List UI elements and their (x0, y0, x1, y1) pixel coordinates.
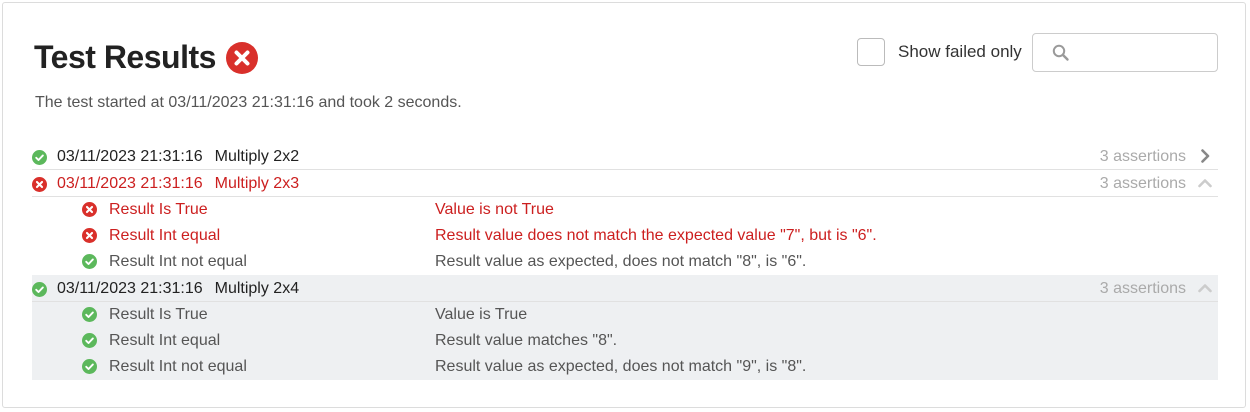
test-header: 03/11/2023 21:31:16 Multiply 2x2 (32, 148, 299, 166)
show-failed-filter[interactable]: Show failed only (857, 38, 1022, 66)
assertion-row: Result Int equal Result value matches "8"… (32, 328, 1218, 354)
assertion-message: Result value as expected, does not match… (435, 253, 807, 270)
test-block: 03/11/2023 21:31:16 Multiply 2x3 3 asserti… (32, 170, 1218, 275)
test-header: 03/11/2023 21:31:16 Multiply 2x3 (32, 175, 299, 193)
assertion-message: Value is True (435, 306, 528, 323)
assertion-label: Result Is True (109, 306, 208, 323)
assertion-row: Result Is True Value is not True (32, 197, 1218, 223)
search-icon (1052, 44, 1069, 61)
page-title: Test Results (34, 39, 258, 76)
test-block: 03/11/2023 21:31:16 Multiply 2x2 3 asserti… (32, 143, 1218, 170)
assertion-row: Result Int not equal Result value as expe… (32, 354, 1218, 380)
assertion-row: Result Int not equal Result value as expe… (32, 249, 1218, 275)
assertion-label: Result Int not equal (109, 358, 247, 375)
chevron-up-icon[interactable] (1198, 281, 1212, 295)
check-circle-icon (82, 333, 97, 348)
test-time: 03/11/2023 21:31:16 (57, 280, 203, 297)
page-title-text: Test Results (34, 39, 216, 75)
show-failed-label[interactable]: Show failed only (898, 42, 1022, 62)
test-row[interactable]: 03/11/2023 21:31:16 Multiply 2x3 3 asserti… (32, 170, 1218, 197)
test-name: Multiply 2x3 (214, 175, 300, 192)
error-circle-icon (82, 228, 97, 243)
run-summary: The test started at 03/11/2023 21:31:16 … (35, 94, 462, 111)
test-block: 03/11/2023 21:31:16 Multiply 2x4 3 asserti… (32, 275, 1218, 380)
test-name: Multiply 2x2 (214, 148, 300, 165)
check-circle-icon (82, 307, 97, 322)
assertion-label: Result Int not equal (109, 253, 247, 270)
assertion-label: Result Int equal (109, 332, 221, 349)
assertion-count: 3 assertions (1099, 280, 1186, 297)
test-list: 03/11/2023 21:31:16 Multiply 2x2 3 asserti… (32, 143, 1218, 380)
search-input[interactable] (1032, 33, 1218, 72)
assertion-message: Value is not True (435, 201, 554, 218)
chevron-up-icon[interactable] (1198, 176, 1212, 190)
check-circle-icon (82, 254, 97, 269)
assertion-message: Result value as expected, does not match… (435, 358, 807, 375)
test-header: 03/11/2023 21:31:16 Multiply 2x4 (32, 280, 299, 298)
assertion-count: 3 assertions (1099, 148, 1186, 165)
test-name: Multiply 2x4 (214, 280, 300, 297)
assertion-message: Result value does not match the expected… (435, 227, 877, 244)
error-circle-icon (32, 176, 47, 192)
test-row[interactable]: 03/11/2023 21:31:16 Multiply 2x2 3 asserti… (32, 143, 1218, 170)
assertion-row: Result Is True Value is True (32, 302, 1218, 328)
assertion-label: Result Int equal (109, 227, 221, 244)
error-circle-icon (225, 41, 258, 74)
test-time: 03/11/2023 21:31:16 (57, 175, 203, 192)
check-circle-icon (32, 281, 47, 297)
assertion-count: 3 assertions (1099, 175, 1186, 192)
assertion-label: Result Is True (109, 201, 208, 218)
test-time: 03/11/2023 21:31:16 (57, 148, 203, 165)
show-failed-checkbox[interactable] (857, 38, 885, 66)
check-circle-icon (82, 359, 97, 374)
test-row[interactable]: 03/11/2023 21:31:16 Multiply 2x4 3 asserti… (32, 275, 1218, 302)
chevron-right-icon[interactable] (1198, 149, 1212, 163)
check-circle-icon (32, 149, 47, 165)
assertion-row: Result Int equal Result value does not ma… (32, 223, 1218, 249)
error-circle-icon (82, 202, 97, 217)
assertion-message: Result value matches "8". (435, 332, 618, 349)
